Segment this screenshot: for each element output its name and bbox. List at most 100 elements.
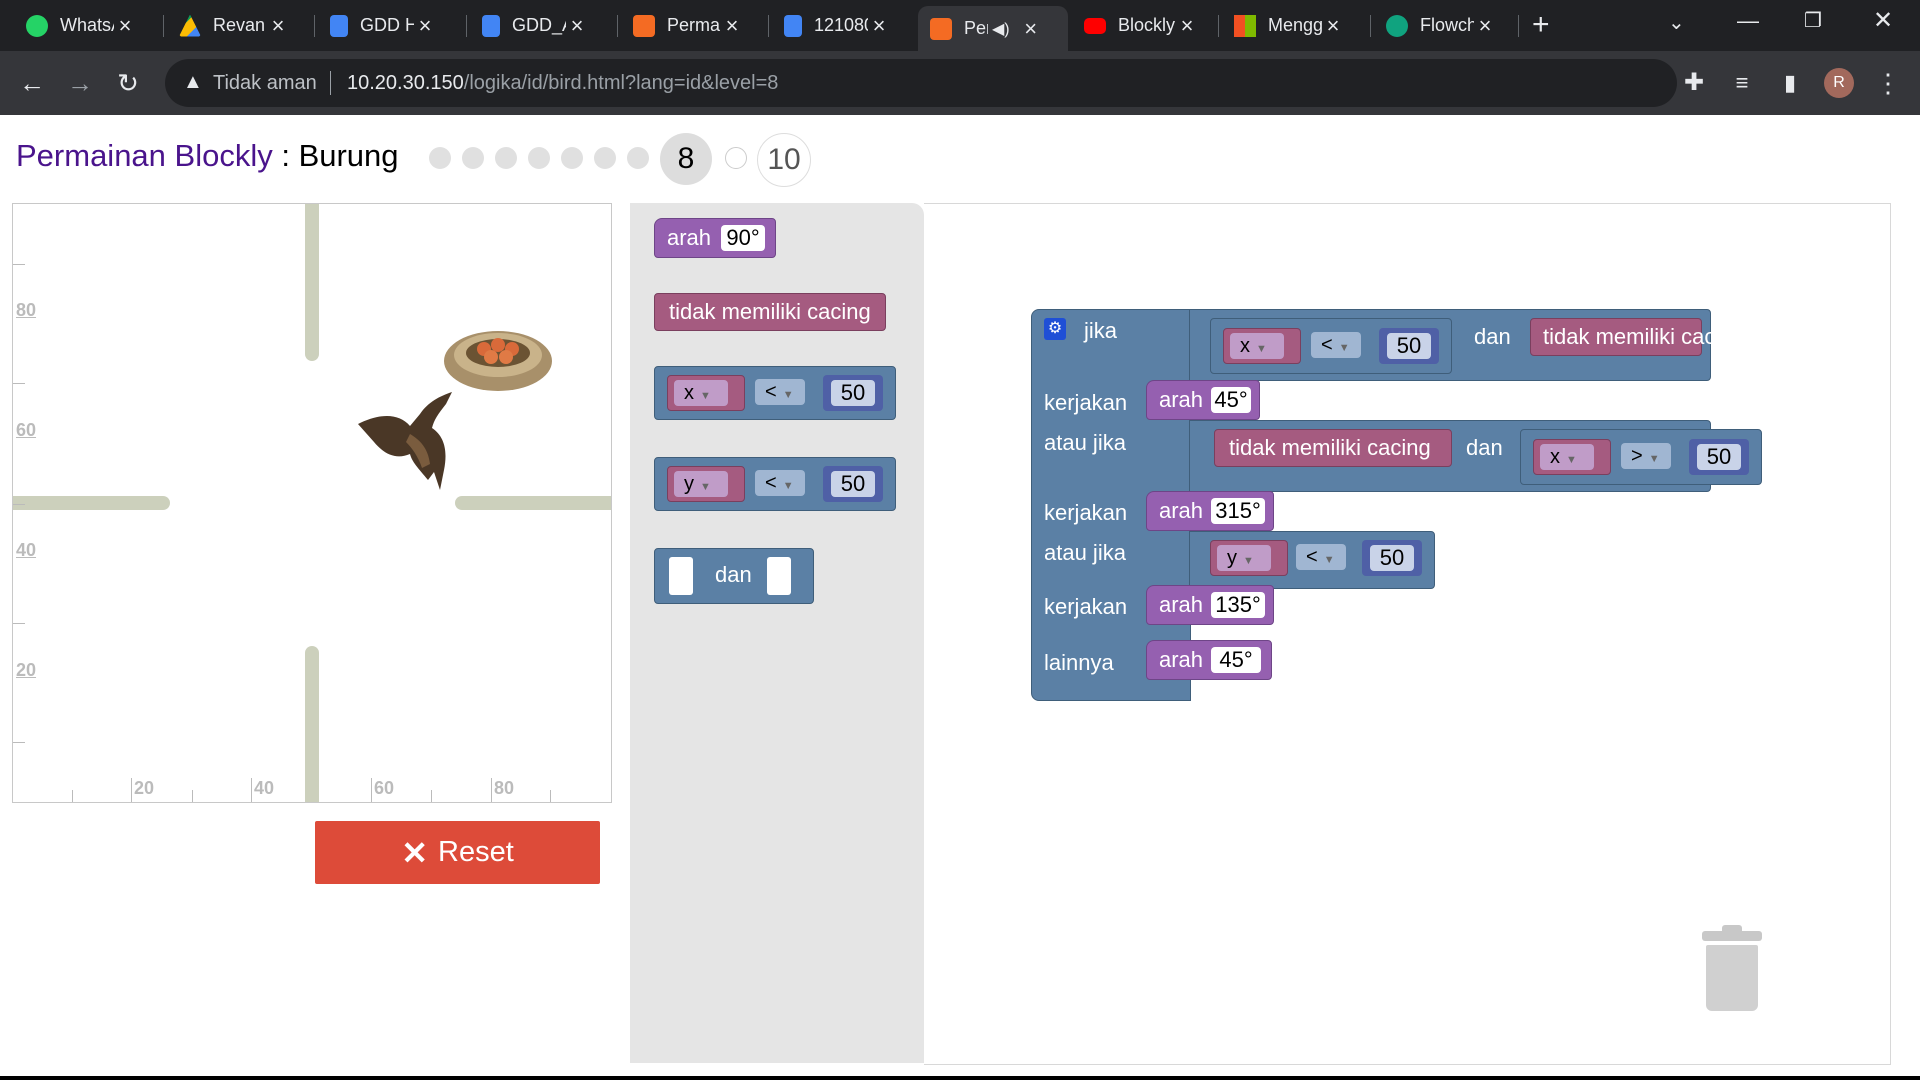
url-text[interactable]: 10.20.30.150/logika/id/bird.html?lang=id… <box>347 72 778 95</box>
back-icon[interactable]: ← <box>12 63 52 103</box>
compare-y-block[interactable]: y ▼ < ▼ 50 <box>1189 531 1435 589</box>
angle-field[interactable]: 45° <box>1211 647 1261 673</box>
close-tab-icon[interactable]: × <box>1020 16 1042 42</box>
variable-block[interactable]: x ▼ <box>1533 439 1611 475</box>
angle-field[interactable]: 135° <box>1211 592 1265 618</box>
address-bar[interactable]: ▲ Tidak aman 10.20.30.150/logika/id/bird… <box>165 59 1677 107</box>
operator-dropdown[interactable]: < ▼ <box>1311 332 1361 358</box>
compare-x-block[interactable]: x ▼ < ▼ 50 <box>1210 318 1452 374</box>
tab-drive[interactable]: Revan - Google Drive × <box>167 8 305 43</box>
level-dot[interactable] <box>495 147 517 169</box>
current-level[interactable]: 8 <box>660 133 712 185</box>
no-worm-block[interactable]: tidak memiliki cacing <box>1214 429 1452 467</box>
trash-can-icon[interactable] <box>1700 925 1764 1015</box>
variable-block[interactable]: x ▼ <box>667 375 745 411</box>
warning-icon[interactable]: ▲ <box>183 71 203 94</box>
number-block[interactable]: 50 <box>823 375 883 411</box>
close-tab-icon[interactable]: × <box>566 13 588 39</box>
no-worm-block[interactable]: tidak memiliki cacing <box>654 293 886 331</box>
angle-field[interactable]: 45° <box>1211 387 1251 413</box>
heading-block[interactable]: arah 315° <box>1146 491 1274 531</box>
level-dot[interactable] <box>429 147 451 169</box>
tab-search-icon[interactable]: ⌄ <box>1668 10 1685 35</box>
variable-block[interactable]: y ▼ <box>1210 540 1288 576</box>
close-tab-icon[interactable]: × <box>267 13 289 39</box>
blockly-icon <box>930 17 952 40</box>
last-level[interactable]: 10 <box>757 133 811 187</box>
window-close-icon[interactable]: ✕ <box>1873 6 1893 35</box>
new-tab-button[interactable]: + <box>1532 8 1550 42</box>
tab-youtube-blockly[interactable]: Blockly × <box>1072 8 1210 43</box>
compare-x-block[interactable]: x ▼ < ▼ 50 <box>654 366 896 420</box>
mutator-gear-icon[interactable]: ⚙ <box>1044 318 1066 340</box>
blockly-icon <box>633 14 655 37</box>
wall <box>455 496 611 510</box>
variable-dropdown[interactable]: x ▼ <box>1230 333 1284 359</box>
reset-button[interactable]: ✕ Reset <box>315 821 600 884</box>
tab-121080[interactable]: 121080 × <box>772 8 910 43</box>
media-control-icon[interactable]: ≡ <box>1722 63 1762 103</box>
close-tab-icon[interactable]: × <box>114 13 136 39</box>
x-tick-label: 60 <box>374 778 395 798</box>
close-tab-icon[interactable]: × <box>414 13 436 39</box>
tab-permainan-blockly[interactable]: Permainan Blockly × <box>621 8 759 43</box>
variable-dropdown[interactable]: y ▼ <box>674 471 728 497</box>
heading-block[interactable]: arah 45° <box>1146 640 1272 680</box>
compare-y-block[interactable]: y ▼ < ▼ 50 <box>654 457 896 511</box>
tab-gdd-alternatif[interactable]: GDD_Alternatif × <box>470 8 608 43</box>
variable-block[interactable]: x ▼ <box>1223 328 1301 364</box>
reload-icon[interactable]: ↻ <box>108 63 148 103</box>
variable-block[interactable]: y ▼ <box>667 466 745 502</box>
profile-avatar[interactable]: R <box>1824 68 1854 98</box>
restore-icon[interactable]: ❐ <box>1804 8 1822 33</box>
security-label[interactable]: Tidak aman <box>213 72 317 95</box>
forward-icon[interactable]: → <box>60 63 100 103</box>
block-workspace[interactable]: ⚙ jika kerjakan atau jika kerjakan atau … <box>924 203 1891 1065</box>
operator-dropdown[interactable]: < ▼ <box>1296 544 1346 570</box>
variable-dropdown[interactable]: x ▼ <box>674 380 728 406</box>
and-condition-block[interactable]: x ▼ < ▼ 50 dan tidak memiliki cacing <box>1189 309 1745 381</box>
audio-playing-icon[interactable]: ◀︎) <box>992 19 1010 39</box>
operator-dropdown[interactable]: < ▼ <box>755 379 805 405</box>
operator-dropdown[interactable]: > ▼ <box>1621 443 1671 469</box>
and-block[interactable]: dan <box>654 548 814 604</box>
tab-strip: WhatsApp × Revan - Google Drive × GDD Hi… <box>0 0 1920 51</box>
heading-block[interactable]: arah 90° <box>654 218 776 258</box>
operator-dropdown[interactable]: < ▼ <box>755 470 805 496</box>
close-tab-icon[interactable]: × <box>1474 13 1496 39</box>
tab-whatsapp[interactable]: WhatsApp × <box>14 8 152 43</box>
minimize-icon[interactable]: — <box>1737 8 1759 34</box>
heading-block[interactable]: arah 45° <box>1146 380 1260 420</box>
compare-x-block[interactable]: x ▼ > ▼ 50 <box>1520 429 1762 485</box>
tab-flowchart[interactable]: Flowchart × <box>1374 8 1512 43</box>
heading-block[interactable]: arah 135° <box>1146 585 1274 625</box>
angle-field[interactable]: 315° <box>1211 498 1265 524</box>
level-dot[interactable] <box>594 147 616 169</box>
level-dot[interactable] <box>528 147 550 169</box>
tab-permainan-active[interactable]: Permainan ◀︎) × <box>918 6 1068 51</box>
level-dot[interactable] <box>725 147 747 169</box>
number-block[interactable]: 50 <box>1379 328 1439 364</box>
app-title-link[interactable]: Permainan Blockly <box>16 138 273 173</box>
side-panel-icon[interactable]: ▮ <box>1770 63 1810 103</box>
level-dot[interactable] <box>627 147 649 169</box>
close-tab-icon[interactable]: × <box>1176 13 1198 39</box>
bird-icon <box>358 392 452 490</box>
close-tab-icon[interactable]: × <box>1322 13 1344 39</box>
close-tab-icon[interactable]: × <box>868 13 890 39</box>
level-dot[interactable] <box>462 147 484 169</box>
number-block[interactable]: 50 <box>823 466 883 502</box>
variable-dropdown[interactable]: y ▼ <box>1217 545 1271 571</box>
close-tab-icon[interactable]: × <box>721 13 743 39</box>
variable-dropdown[interactable]: x ▼ <box>1540 444 1594 470</box>
tab-gdd-hidup[interactable]: GDD Hidup × <box>318 8 456 43</box>
level-dot[interactable] <box>561 147 583 169</box>
no-worm-block[interactable]: tidak memiliki cacing <box>1530 318 1745 356</box>
number-block[interactable]: 50 <box>1362 540 1422 576</box>
tab-menggunakan[interactable]: Menggunakan × <box>1222 8 1360 43</box>
and-condition-block[interactable]: tidak memiliki cacing dan x ▼ > ▼ 50 <box>1189 420 1762 492</box>
menu-kebab-icon[interactable]: ⋮ <box>1868 63 1908 103</box>
number-block[interactable]: 50 <box>1689 439 1749 475</box>
angle-field[interactable]: 90° <box>721 225 765 251</box>
extensions-icon[interactable]: ✚ <box>1674 63 1714 103</box>
